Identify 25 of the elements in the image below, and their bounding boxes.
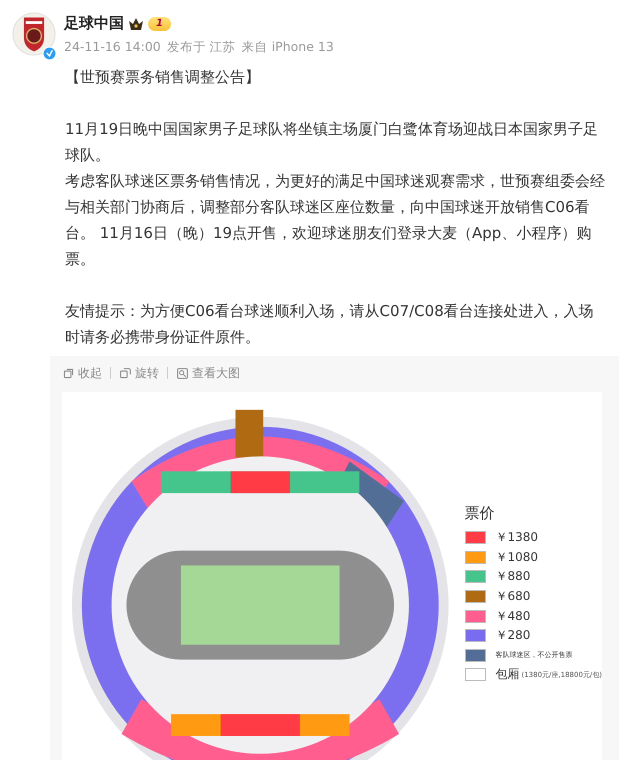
collapse-icon (62, 366, 75, 380)
post-location: 发布于 江苏 (166, 39, 236, 56)
image-action-button[interactable]: 收起 (62, 364, 102, 382)
author-name[interactable]: 足球中国 (64, 14, 124, 33)
legend-label: ￥1080 (496, 548, 538, 566)
legend-label: ￥1380 (496, 529, 538, 546)
legend-label: 包厢 (496, 666, 520, 684)
image-action-button[interactable]: 旋转 (119, 364, 159, 382)
post-time[interactable]: 24-11-16 14:00 (64, 39, 161, 56)
legend-label: ￥480 (496, 608, 530, 625)
legend-title: 票价 (464, 504, 496, 523)
post-paragraph: 【世预赛票务销售调整公告】 (65, 67, 261, 88)
avatar-icon[interactable] (12, 10, 56, 58)
post-paragraph: 友情提示：为方便C06看台球迷顺利入场，请从C07/C08看台连接处进入，入场时请务必携带身份证件原件。 (65, 301, 595, 348)
level-badge: 1 (148, 16, 171, 30)
post-source: 来自 iPhone 13 (242, 39, 334, 56)
zoom-icon (176, 366, 189, 380)
rotate-icon (119, 366, 132, 380)
legend-label: ￥280 (496, 627, 530, 644)
post-paragraph: 11月19日晚中国国家男子足球队将坐镇主场厦门白鹭体育场迎战日本国家男子足球队。 (65, 119, 600, 166)
post-paragraph: 考虑客队球迷区票务销售情况，为更好的满足中国球迷观赛需求，世预赛组委会经与相关部门协商后，调整部分客队球迷区座位数量，向中国球迷开放销售C06看台。 11月16日（晚）19点开售，欢迎球迷朋友们登录大麦（App、小程序）购票。 (65, 171, 606, 270)
crown-icon (128, 16, 144, 30)
image-action-button[interactable]: 查看大图 (176, 364, 240, 382)
legend-label: ￥680 (496, 588, 530, 606)
legend-label: ￥880 (496, 568, 530, 586)
